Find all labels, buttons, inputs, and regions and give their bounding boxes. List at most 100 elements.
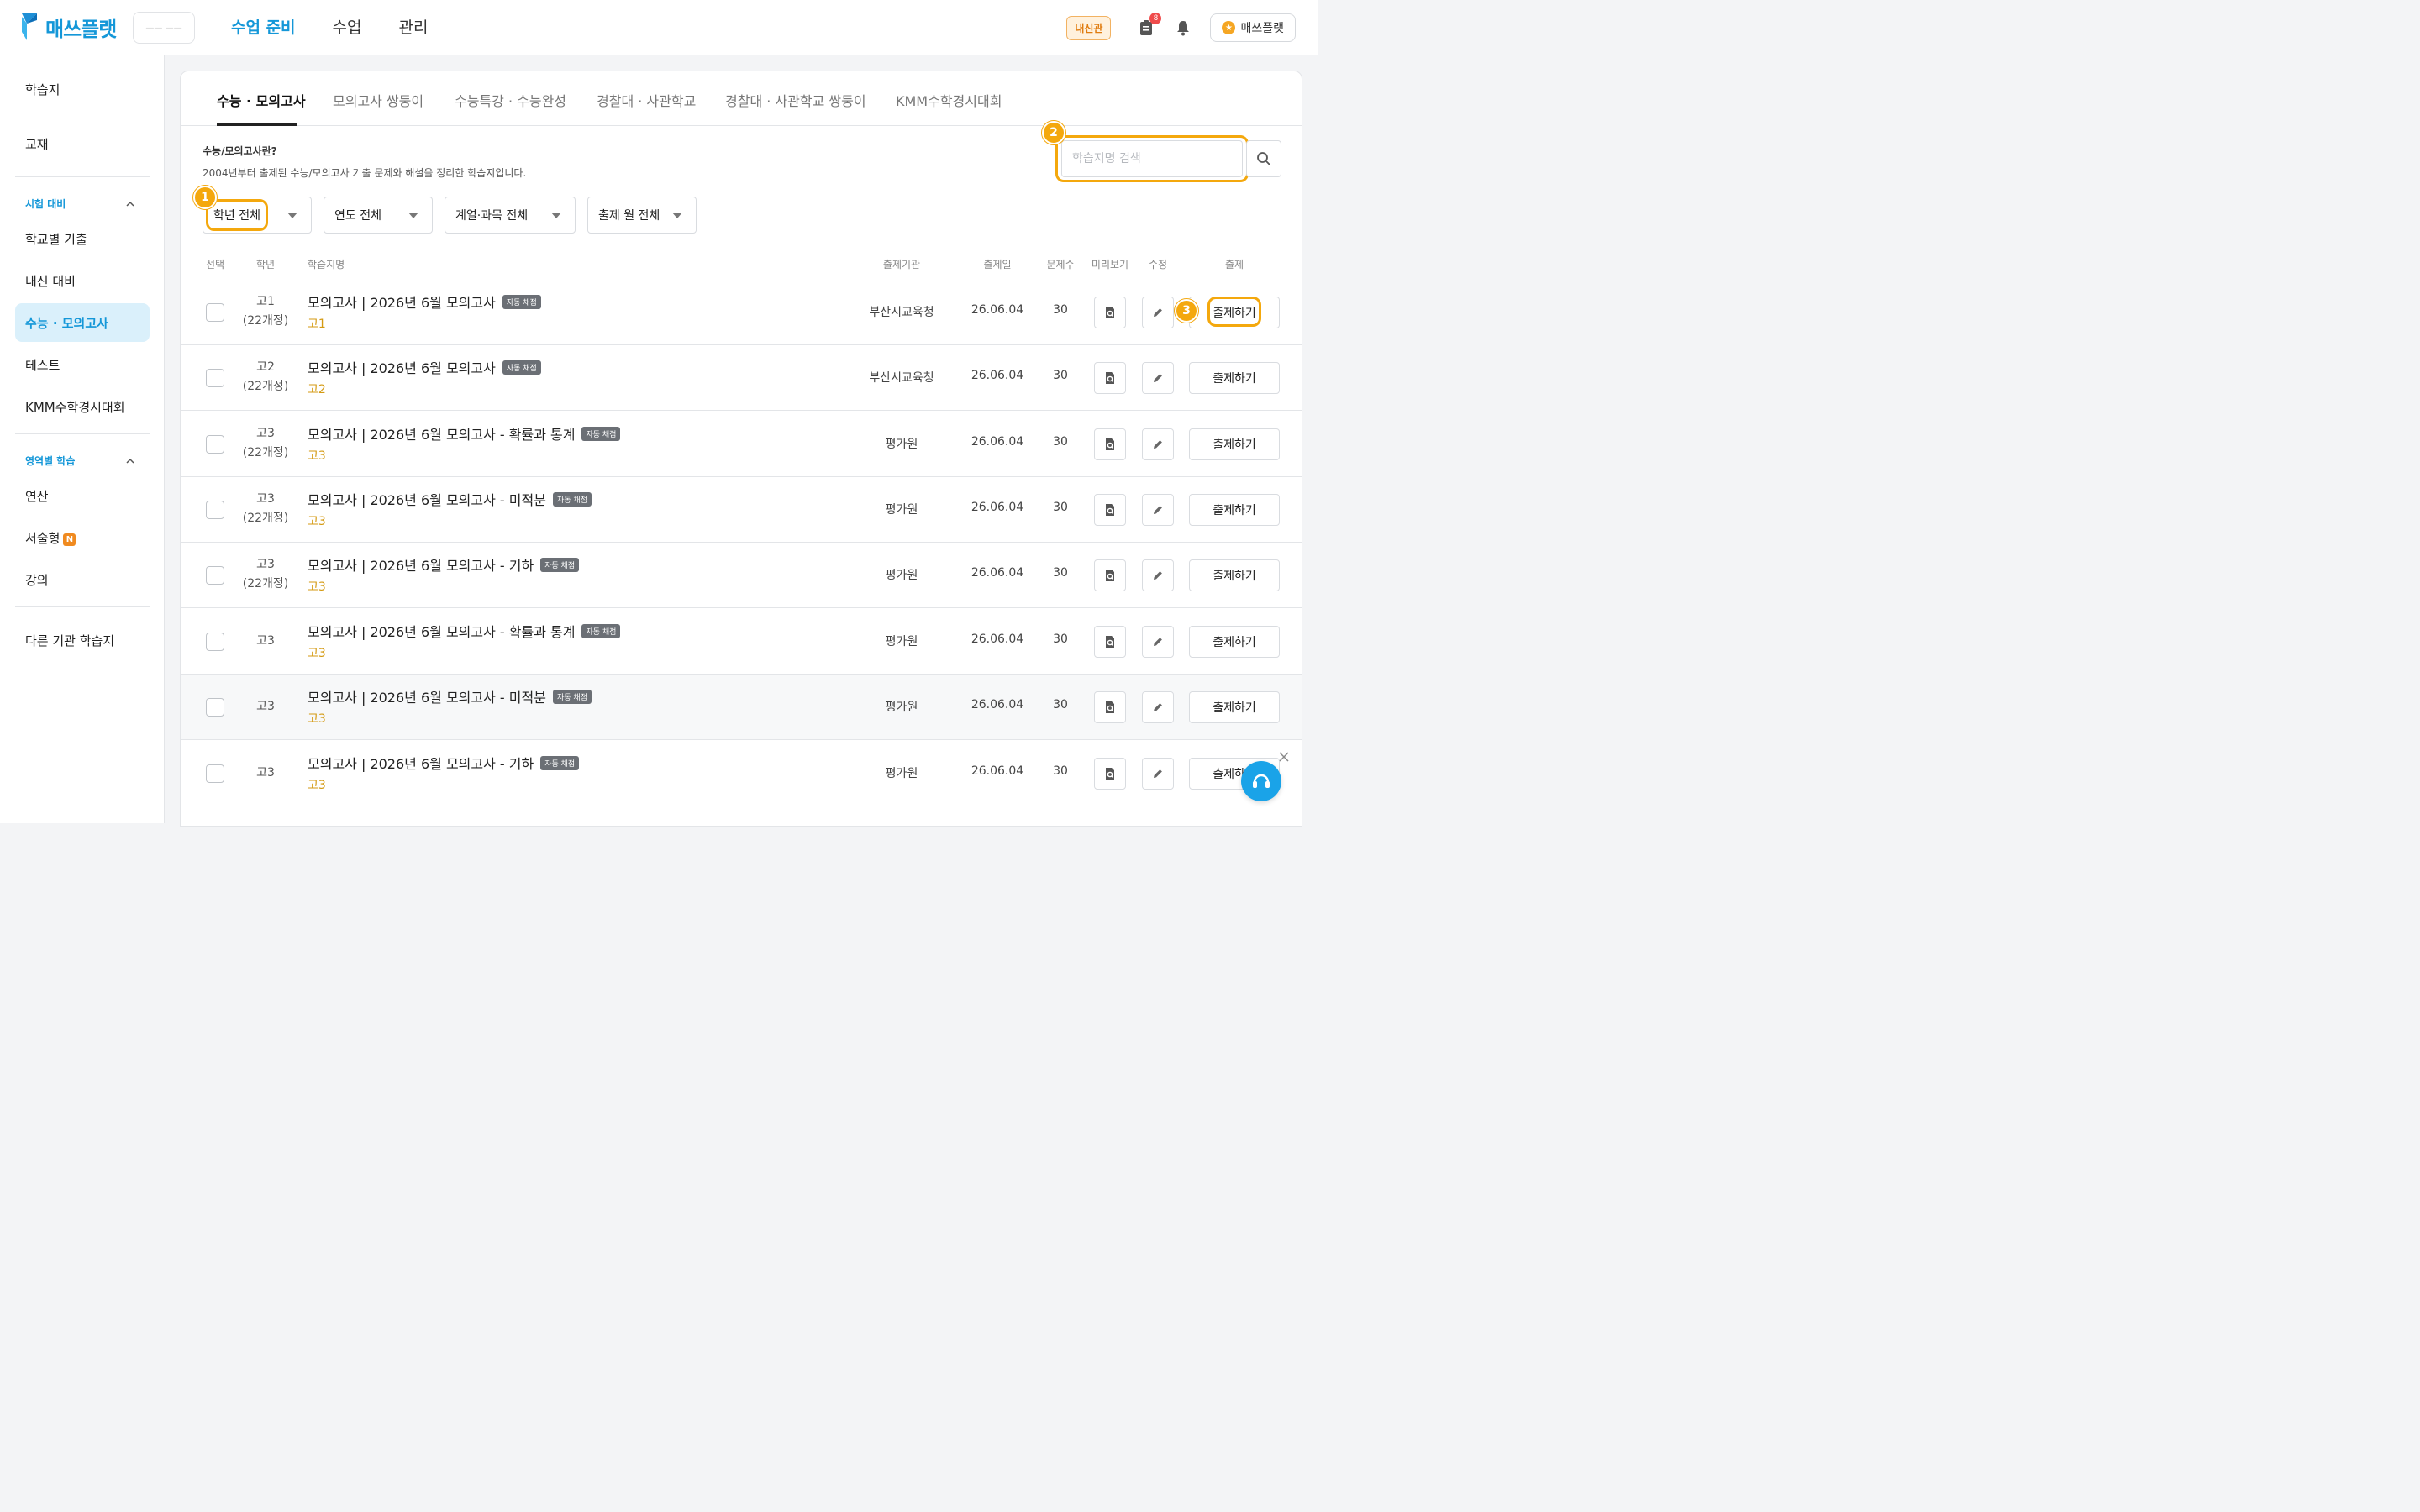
sidebar-item-suneung[interactable]: 수능 · 모의고사 bbox=[25, 314, 108, 332]
sidebar-item-test[interactable]: 테스트 bbox=[25, 356, 60, 374]
sidebar-item-worksheet[interactable]: 학습지 bbox=[25, 81, 60, 98]
preview-button[interactable] bbox=[1094, 494, 1126, 526]
table-row: 고3 모의고사 | 2026년 6월 모의고사 - 확률과 통계 자동 채점 고3 평가… bbox=[181, 609, 1302, 675]
preview-button[interactable] bbox=[1094, 691, 1126, 723]
logo[interactable]: 매쓰플랫 bbox=[20, 12, 117, 42]
row-checkbox[interactable] bbox=[206, 698, 224, 717]
sidebar-section-exam[interactable]: 시험 대비 bbox=[25, 197, 66, 211]
row-checkbox[interactable] bbox=[206, 303, 224, 322]
org-cell: 평가원 bbox=[885, 701, 918, 714]
row-checkbox[interactable] bbox=[206, 764, 224, 783]
nav-class[interactable]: 수업 bbox=[333, 15, 362, 38]
assign-button[interactable]: 출제하기 bbox=[1189, 559, 1280, 591]
sidebar-item-naesin[interactable]: 내신 대비 bbox=[25, 272, 76, 290]
worksheet-grade-tag: 고2 bbox=[308, 383, 326, 396]
worksheet-title-link[interactable]: 모의고사 | 2026년 6월 모의고사 - 미적분 자동 채점 bbox=[308, 489, 592, 509]
assign-button[interactable]: 출제하기 bbox=[1189, 494, 1280, 526]
worksheet-title: 모의고사 | 2026년 6월 모의고사 - 확률과 통계 bbox=[308, 427, 576, 443]
tab-police-military-twin[interactable]: 경찰대 · 사관학교 쌍둥이 bbox=[725, 90, 866, 110]
logo-icon bbox=[22, 13, 37, 40]
year-filter-select[interactable]: 연도 전체 bbox=[324, 197, 433, 234]
main-card: 수능 · 모의고사 모의고사 쌍둥이 수능특강 · 수능완성 경찰대 · 사관학… bbox=[180, 71, 1302, 827]
date-cell: 26.06.04 bbox=[971, 501, 1024, 514]
preview-icon bbox=[1106, 701, 1114, 713]
assign-button[interactable]: 출제하기 bbox=[1189, 362, 1280, 394]
sidebar-item-other-org[interactable]: 다른 기관 학습지 bbox=[25, 632, 114, 649]
search-input[interactable] bbox=[1061, 140, 1243, 177]
academy-selector[interactable]: —— —— bbox=[133, 12, 195, 44]
sidebar-item-lecture[interactable]: 강의 bbox=[25, 571, 49, 589]
edit-button[interactable] bbox=[1142, 362, 1174, 394]
header-name: 학습지명 bbox=[308, 259, 345, 270]
preview-button[interactable] bbox=[1094, 362, 1126, 394]
row-checkbox[interactable] bbox=[206, 501, 224, 519]
assign-button[interactable]: 출제하기 bbox=[1189, 626, 1280, 658]
edit-button[interactable] bbox=[1142, 297, 1174, 328]
notes-button[interactable]: 8 bbox=[1136, 13, 1162, 38]
curriculum-value: (22개정) bbox=[242, 446, 289, 459]
tab-kmm[interactable]: KMM수학경시대회 bbox=[896, 90, 1002, 110]
row-checkbox[interactable] bbox=[206, 633, 224, 651]
grade-cell: 고3 bbox=[256, 764, 275, 783]
preview-button[interactable] bbox=[1094, 758, 1126, 790]
edit-button[interactable] bbox=[1142, 494, 1174, 526]
row-checkbox[interactable] bbox=[206, 369, 224, 387]
edit-button[interactable] bbox=[1142, 559, 1174, 591]
sidebar-item-kmm[interactable]: KMM수학경시대회 bbox=[25, 398, 125, 416]
pencil-icon bbox=[1154, 374, 1162, 382]
tab-suneung-mock[interactable]: 수능 · 모의고사 bbox=[217, 90, 306, 110]
assign-button[interactable]: 출제하기 bbox=[1189, 691, 1280, 723]
step-3-marker: 3 bbox=[1175, 299, 1198, 323]
worksheet-title-link[interactable]: 모의고사 | 2026년 6월 모의고사 - 확률과 통계 자동 채점 bbox=[308, 621, 621, 641]
edit-button[interactable] bbox=[1142, 428, 1174, 460]
subject-filter-select[interactable]: 계열·과목 전체 bbox=[445, 197, 576, 234]
edit-button[interactable] bbox=[1142, 758, 1174, 790]
grade-filter-highlight bbox=[206, 199, 268, 231]
org-cell: 평가원 bbox=[885, 503, 918, 517]
naesin-badge-button[interactable]: 내신관 bbox=[1066, 15, 1112, 40]
edit-button[interactable] bbox=[1142, 626, 1174, 658]
worksheet-title: 모의고사 | 2026년 6월 모의고사 bbox=[308, 295, 496, 311]
worksheet-title-link[interactable]: 모의고사 | 2026년 6월 모의고사 - 미적분 자동 채점 bbox=[308, 686, 592, 706]
chevron-up-icon[interactable] bbox=[126, 457, 134, 465]
count-cell: 30 bbox=[1053, 501, 1068, 514]
sidebar-item-calc[interactable]: 연산 bbox=[25, 487, 49, 505]
curriculum-value: (22개정) bbox=[242, 314, 289, 328]
notification-button[interactable] bbox=[1173, 18, 1193, 38]
worksheet-title-link[interactable]: 모의고사 | 2026년 6월 모의고사 - 기하 자동 채점 bbox=[308, 554, 580, 575]
row-checkbox[interactable] bbox=[206, 566, 224, 585]
worksheet-title-link[interactable]: 모의고사 | 2026년 6월 모의고사 - 기하 자동 채점 bbox=[308, 753, 580, 773]
help-chat-button[interactable] bbox=[1241, 761, 1281, 801]
preview-button[interactable] bbox=[1094, 626, 1126, 658]
nav-class-prep[interactable]: 수업 준비 bbox=[231, 15, 296, 38]
worksheet-title: 모의고사 | 2026년 6월 모의고사 - 기하 bbox=[308, 756, 534, 772]
profile-button[interactable]: ★ 매쓰플랫 bbox=[1210, 13, 1296, 42]
worksheet-title-link[interactable]: 모의고사 | 2026년 6월 모의고사 자동 채점 bbox=[308, 291, 541, 312]
month-filter-select[interactable]: 출제 월 전체 bbox=[587, 197, 697, 234]
preview-button[interactable] bbox=[1094, 297, 1126, 328]
tab-suneung-special[interactable]: 수능특강 · 수능완성 bbox=[455, 90, 566, 110]
sidebar-section-area[interactable]: 영역별 학습 bbox=[25, 454, 75, 468]
sidebar-item-essay[interactable]: 서술형 N bbox=[25, 529, 76, 547]
preview-button[interactable] bbox=[1094, 559, 1126, 591]
worksheet-title-link[interactable]: 모의고사 | 2026년 6월 모의고사 자동 채점 bbox=[308, 357, 541, 377]
auto-grading-badge: 자동 채점 bbox=[540, 756, 580, 770]
worksheet-grade-tag: 고3 bbox=[308, 647, 326, 660]
tab-police-military[interactable]: 경찰대 · 사관학교 bbox=[597, 90, 696, 110]
header-select: 선택 bbox=[205, 259, 225, 270]
preview-button[interactable] bbox=[1094, 428, 1126, 460]
assign-button[interactable]: 출제하기 bbox=[1189, 428, 1280, 460]
date-cell: 26.06.04 bbox=[971, 435, 1024, 449]
chevron-up-icon[interactable] bbox=[126, 200, 134, 208]
row-checkbox[interactable] bbox=[206, 435, 224, 454]
worksheet-title-link[interactable]: 모의고사 | 2026년 6월 모의고사 - 확률과 통계 자동 채점 bbox=[308, 423, 621, 444]
sidebar-item-school-past[interactable]: 학교별 기출 bbox=[25, 230, 87, 248]
nav-manage[interactable]: 관리 bbox=[399, 15, 429, 38]
assign-highlight bbox=[1207, 297, 1261, 327]
edit-button[interactable] bbox=[1142, 691, 1174, 723]
search-button[interactable] bbox=[1246, 140, 1281, 177]
sidebar-item-textbook[interactable]: 교재 bbox=[25, 135, 49, 153]
close-icon[interactable] bbox=[1277, 750, 1291, 764]
tab-mock-twin[interactable]: 모의고사 쌍둥이 bbox=[333, 90, 424, 110]
worksheet-grade-tag: 고3 bbox=[308, 449, 326, 463]
